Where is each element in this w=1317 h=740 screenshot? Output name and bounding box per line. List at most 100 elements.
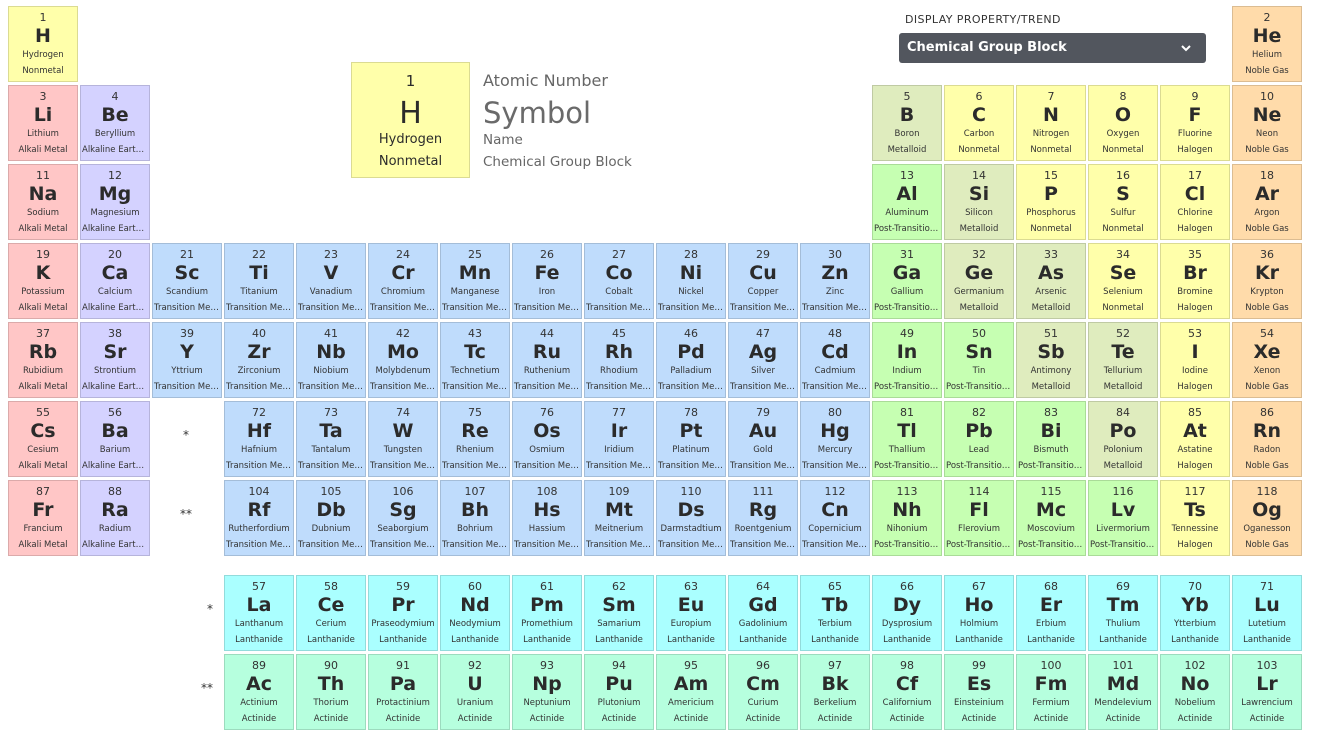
element-cell-silver[interactable]: 47 Ag Silver Transition Metal xyxy=(728,322,798,398)
element-cell-beryllium[interactable]: 4Be Beryllium Alkaline Earth Metal xyxy=(80,85,150,161)
element-cell-neodymium[interactable]: 60 Nd Neodymium Lanthanide xyxy=(440,575,510,651)
element-cell-promethium[interactable]: 61 Pm Promethium Lanthanide xyxy=(512,575,582,651)
element-cell-sodium[interactable]: 11 Na Sodium Alkali Metal xyxy=(8,164,78,240)
element-cell-polonium[interactable]: 84 Po Polonium Metalloid xyxy=(1088,401,1158,477)
element-cell-californium[interactable]: 98 Cf Californium Actinide xyxy=(872,654,942,730)
element-cell-nihonium[interactable]: 113Nh Nihonium Post-Transition Metal xyxy=(872,480,942,556)
element-cell-phosphorus[interactable]: 15 P Phosphorus Nonmetal xyxy=(1016,164,1086,240)
element-cell-praseodymium[interactable]: 59 Pr Praseodymium Lanthanide xyxy=(368,575,438,651)
element-cell-iridium[interactable]: 77 Ir Iridium Transition Metal xyxy=(584,401,654,477)
element-cell-osmium[interactable]: 76 Os Osmium Transition Metal xyxy=(512,401,582,477)
element-cell-niobium[interactable]: 41 Nb Niobium Transition Metal xyxy=(296,322,366,398)
element-cell-darmstadtium[interactable]: 110 Ds Darmstadtium Transition Metal xyxy=(656,480,726,556)
element-cell-molybdenum[interactable]: 42 Mo Molybdenum Transition Metal xyxy=(368,322,438,398)
element-cell-gadolinium[interactable]: 64 Gd Gadolinium Lanthanide xyxy=(728,575,798,651)
element-cell-cobalt[interactable]: 27 Co Cobalt Transition Metal xyxy=(584,243,654,319)
element-cell-calcium[interactable]: 20Ca Calcium Alkaline Earth Metal xyxy=(80,243,150,319)
element-cell-iodine[interactable]: 53 I Iodine Halogen xyxy=(1160,322,1230,398)
element-cell-plutonium[interactable]: 94 Pu Plutonium Actinide xyxy=(584,654,654,730)
element-cell-rhenium[interactable]: 75 Re Rhenium Transition Metal xyxy=(440,401,510,477)
element-cell-tellurium[interactable]: 52 Te Tellurium Metalloid xyxy=(1088,322,1158,398)
element-cell-moscovium[interactable]: 115Mc Moscovium Post-Transition Metal xyxy=(1016,480,1086,556)
element-cell-neon[interactable]: 10 Ne Neon Noble Gas xyxy=(1232,85,1302,161)
element-cell-selenium[interactable]: 34 Se Selenium Nonmetal xyxy=(1088,243,1158,319)
element-cell-strontium[interactable]: 38Sr Strontium Alkaline Earth Metal xyxy=(80,322,150,398)
element-cell-thorium[interactable]: 90 Th Thorium Actinide xyxy=(296,654,366,730)
element-cell-gallium[interactable]: 31Ga Gallium Post-Transition Metal xyxy=(872,243,942,319)
element-cell-helium[interactable]: 2 He Helium Noble Gas xyxy=(1232,6,1302,82)
element-cell-lead[interactable]: 82Pb Lead Post-Transition Metal xyxy=(944,401,1014,477)
element-cell-livermorium[interactable]: 116Lv Livermorium Post-Transition Metal xyxy=(1088,480,1158,556)
element-cell-copernicium[interactable]: 112 Cn Copernicium Transition Metal xyxy=(800,480,870,556)
element-cell-boron[interactable]: 5 B Boron Metalloid xyxy=(872,85,942,161)
element-cell-seaborgium[interactable]: 106 Sg Seaborgium Transition Metal xyxy=(368,480,438,556)
element-cell-einsteinium[interactable]: 99 Es Einsteinium Actinide xyxy=(944,654,1014,730)
element-cell-hassium[interactable]: 108 Hs Hassium Transition Metal xyxy=(512,480,582,556)
element-cell-titanium[interactable]: 22 Ti Titanium Transition Metal xyxy=(224,243,294,319)
element-cell-gold[interactable]: 79 Au Gold Transition Metal xyxy=(728,401,798,477)
element-cell-ruthenium[interactable]: 44 Ru Ruthenium Transition Metal xyxy=(512,322,582,398)
element-cell-yttrium[interactable]: 39 Y Yttrium Transition Metal xyxy=(152,322,222,398)
element-cell-lutetium[interactable]: 71 Lu Lutetium Lanthanide xyxy=(1232,575,1302,651)
element-cell-rutherfordium[interactable]: 104 Rf Rutherfordium Transition Metal xyxy=(224,480,294,556)
element-cell-hydrogen[interactable]: 1 H Hydrogen Nonmetal xyxy=(8,6,78,82)
element-cell-chromium[interactable]: 24 Cr Chromium Transition Metal xyxy=(368,243,438,319)
element-cell-technetium[interactable]: 43 Tc Technetium Transition Metal xyxy=(440,322,510,398)
element-cell-thulium[interactable]: 69 Tm Thulium Lanthanide xyxy=(1088,575,1158,651)
element-cell-tungsten[interactable]: 74 W Tungsten Transition Metal xyxy=(368,401,438,477)
element-cell-zirconium[interactable]: 40 Zr Zirconium Transition Metal xyxy=(224,322,294,398)
element-cell-argon[interactable]: 18 Ar Argon Noble Gas xyxy=(1232,164,1302,240)
element-cell-europium[interactable]: 63 Eu Europium Lanthanide xyxy=(656,575,726,651)
element-cell-tin[interactable]: 50Sn Tin Post-Transition Metal xyxy=(944,322,1014,398)
element-cell-copper[interactable]: 29 Cu Copper Transition Metal xyxy=(728,243,798,319)
element-cell-nobelium[interactable]: 102 No Nobelium Actinide xyxy=(1160,654,1230,730)
element-cell-arsenic[interactable]: 33 As Arsenic Metalloid xyxy=(1016,243,1086,319)
element-cell-oganesson[interactable]: 118 Og Oganesson Noble Gas xyxy=(1232,480,1302,556)
element-cell-hafnium[interactable]: 72 Hf Hafnium Transition Metal xyxy=(224,401,294,477)
element-cell-curium[interactable]: 96 Cm Curium Actinide xyxy=(728,654,798,730)
element-cell-roentgenium[interactable]: 111 Rg Roentgenium Transition Metal xyxy=(728,480,798,556)
element-cell-dysprosium[interactable]: 66 Dy Dysprosium Lanthanide xyxy=(872,575,942,651)
element-cell-radon[interactable]: 86 Rn Radon Noble Gas xyxy=(1232,401,1302,477)
element-cell-berkelium[interactable]: 97 Bk Berkelium Actinide xyxy=(800,654,870,730)
element-cell-rhodium[interactable]: 45 Rh Rhodium Transition Metal xyxy=(584,322,654,398)
element-cell-samarium[interactable]: 62 Sm Samarium Lanthanide xyxy=(584,575,654,651)
element-cell-zinc[interactable]: 30 Zn Zinc Transition Metal xyxy=(800,243,870,319)
element-cell-mercury[interactable]: 80 Hg Mercury Transition Metal xyxy=(800,401,870,477)
element-cell-mendelevium[interactable]: 101 Md Mendelevium Actinide xyxy=(1088,654,1158,730)
element-cell-platinum[interactable]: 78 Pt Platinum Transition Metal xyxy=(656,401,726,477)
element-cell-sulfur[interactable]: 16 S Sulfur Nonmetal xyxy=(1088,164,1158,240)
element-cell-dubnium[interactable]: 105 Db Dubnium Transition Metal xyxy=(296,480,366,556)
element-cell-bismuth[interactable]: 83Bi Bismuth Post-Transition Metal xyxy=(1016,401,1086,477)
element-cell-indium[interactable]: 49In Indium Post-Transition Metal xyxy=(872,322,942,398)
element-cell-holmium[interactable]: 67 Ho Holmium Lanthanide xyxy=(944,575,1014,651)
element-cell-carbon[interactable]: 6 C Carbon Nonmetal xyxy=(944,85,1014,161)
element-cell-ytterbium[interactable]: 70 Yb Ytterbium Lanthanide xyxy=(1160,575,1230,651)
element-cell-fermium[interactable]: 100 Fm Fermium Actinide xyxy=(1016,654,1086,730)
element-cell-chlorine[interactable]: 17 Cl Chlorine Halogen xyxy=(1160,164,1230,240)
element-cell-thallium[interactable]: 81Tl Thallium Post-Transition Metal xyxy=(872,401,942,477)
element-cell-scandium[interactable]: 21 Sc Scandium Transition Metal xyxy=(152,243,222,319)
element-cell-terbium[interactable]: 65 Tb Terbium Lanthanide xyxy=(800,575,870,651)
element-cell-potassium[interactable]: 19 K Potassium Alkali Metal xyxy=(8,243,78,319)
element-cell-tantalum[interactable]: 73 Ta Tantalum Transition Metal xyxy=(296,401,366,477)
element-cell-magnesium[interactable]: 12Mg Magnesium Alkaline Earth Metal xyxy=(80,164,150,240)
element-cell-francium[interactable]: 87 Fr Francium Alkali Metal xyxy=(8,480,78,556)
element-cell-cadmium[interactable]: 48 Cd Cadmium Transition Metal xyxy=(800,322,870,398)
element-cell-lawrencium[interactable]: 103 Lr Lawrencium Actinide xyxy=(1232,654,1302,730)
element-cell-aluminum[interactable]: 13Al Aluminum Post-Transition Metal xyxy=(872,164,942,240)
element-cell-protactinium[interactable]: 91 Pa Protactinium Actinide xyxy=(368,654,438,730)
element-cell-oxygen[interactable]: 8 O Oxygen Nonmetal xyxy=(1088,85,1158,161)
element-cell-barium[interactable]: 56Ba Barium Alkaline Earth Metal xyxy=(80,401,150,477)
element-cell-fluorine[interactable]: 9 F Fluorine Halogen xyxy=(1160,85,1230,161)
element-cell-vanadium[interactable]: 23 V Vanadium Transition Metal xyxy=(296,243,366,319)
element-cell-antimony[interactable]: 51 Sb Antimony Metalloid xyxy=(1016,322,1086,398)
element-cell-lithium[interactable]: 3 Li Lithium Alkali Metal xyxy=(8,85,78,161)
element-cell-silicon[interactable]: 14 Si Silicon Metalloid xyxy=(944,164,1014,240)
element-cell-erbium[interactable]: 68 Er Erbium Lanthanide xyxy=(1016,575,1086,651)
element-cell-nitrogen[interactable]: 7 N Nitrogen Nonmetal xyxy=(1016,85,1086,161)
element-cell-xenon[interactable]: 54 Xe Xenon Noble Gas xyxy=(1232,322,1302,398)
element-cell-astatine[interactable]: 85 At Astatine Halogen xyxy=(1160,401,1230,477)
element-cell-bromine[interactable]: 35 Br Bromine Halogen xyxy=(1160,243,1230,319)
element-cell-krypton[interactable]: 36 Kr Krypton Noble Gas xyxy=(1232,243,1302,319)
